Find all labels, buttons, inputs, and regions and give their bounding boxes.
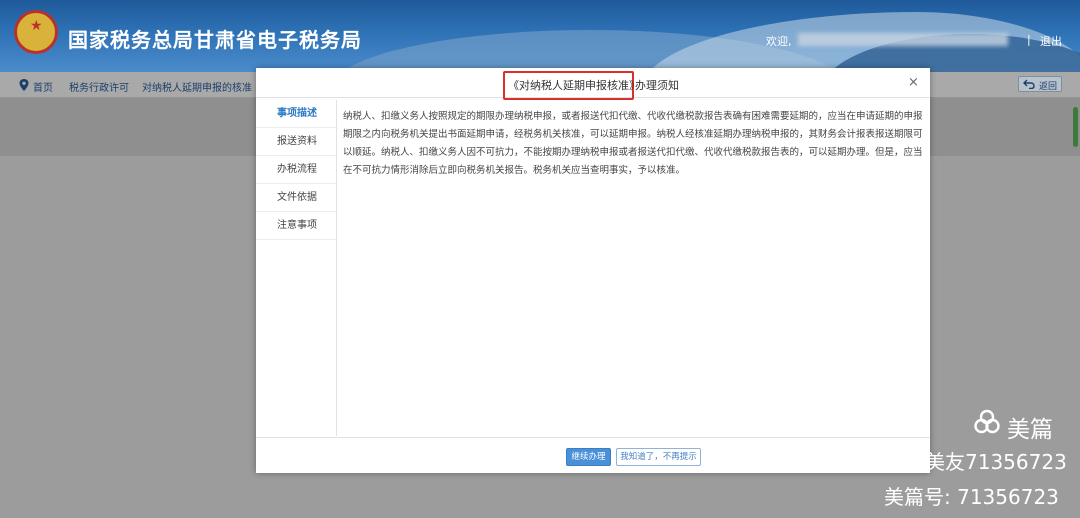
scrollbar[interactable] — [1073, 107, 1078, 147]
watermark-id: 美篇号: 71356723 — [884, 485, 1059, 509]
dialog-sidebar: 事项描述 报送资料 办税流程 文件依据 注意事项 — [256, 100, 337, 436]
back-button[interactable]: 返回 — [1018, 76, 1062, 92]
notice-dialog: 《对纳税人延期申报核准》 办理须知 × 事项描述 报送资料 办税流程 文件依据 … — [256, 68, 930, 473]
tax-emblem-icon: ★ — [14, 10, 58, 54]
sidebar-item-process[interactable]: 办税流程 — [256, 156, 336, 184]
watermark-brand: 美篇 — [1007, 417, 1053, 443]
sidebar-item-materials[interactable]: 报送资料 — [256, 128, 336, 156]
header-separator: | — [1027, 33, 1031, 46]
description-text: 纳税人、扣缴义务人按照规定的期限办理纳税申报，或者报送代扣代缴、代收代缴税款报告… — [343, 111, 923, 176]
return-arrow-icon — [1023, 79, 1035, 89]
close-icon[interactable]: × — [908, 75, 919, 90]
star-icon: ★ — [30, 18, 43, 34]
site-title: 国家税务总局甘肃省电子税务局 — [68, 28, 362, 52]
back-label: 返回 — [1039, 82, 1058, 92]
dialog-footer: 继续办理 我知道了，不再提示 — [256, 437, 930, 473]
site-header: ★ 国家税务总局甘肃省电子税务局 欢迎, | 退出 — [0, 0, 1080, 72]
dismiss-button[interactable]: 我知道了，不再提示 — [616, 448, 701, 466]
redacted-username — [798, 33, 1008, 46]
sidebar-item-description[interactable]: 事项描述 — [256, 100, 336, 128]
location-pin-icon — [19, 79, 29, 91]
dialog-title-suffix: 办理须知 — [635, 79, 679, 92]
logout-link[interactable]: 退出 — [1040, 33, 1062, 49]
breadcrumb-home[interactable]: 首页 — [33, 79, 53, 94]
breadcrumb-item-tax-permit[interactable]: 税务行政许可 — [69, 79, 129, 94]
dialog-title: 《对纳税人延期申报核准》 — [508, 79, 640, 92]
meipian-logo-icon — [974, 409, 1000, 434]
welcome-text: 欢迎, — [766, 35, 792, 48]
dialog-header: 《对纳税人延期申报核准》 办理须知 × — [256, 68, 930, 100]
continue-button[interactable]: 继续办理 — [566, 448, 611, 466]
watermark-user: 美友71356723 — [925, 450, 1067, 474]
sidebar-item-documents[interactable]: 文件依据 — [256, 184, 336, 212]
sidebar-item-notes[interactable]: 注意事项 — [256, 212, 336, 240]
breadcrumb-item-current: 对纳税人延期申报的核准 — [142, 83, 252, 94]
